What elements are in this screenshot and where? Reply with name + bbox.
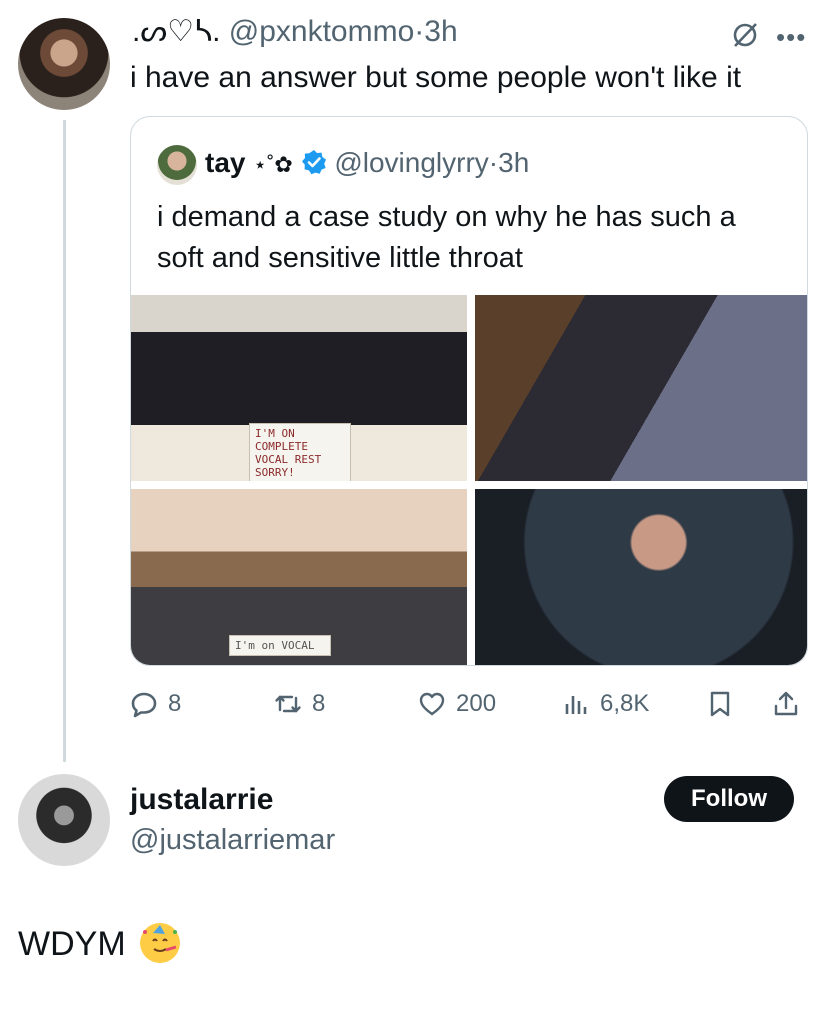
reply-icon bbox=[131, 692, 157, 718]
reply-count: 8 bbox=[168, 690, 182, 717]
tweet-text: i have an answer but some people won't l… bbox=[130, 61, 742, 94]
follow-button[interactable]: Follow bbox=[664, 776, 794, 822]
like-count: 200 bbox=[456, 690, 497, 717]
share-button[interactable] bbox=[772, 684, 800, 724]
author-avatar[interactable] bbox=[18, 18, 110, 110]
reply-text: WDYM bbox=[18, 922, 180, 966]
reply-author-avatar[interactable] bbox=[18, 774, 110, 866]
repost-icon bbox=[275, 695, 301, 713]
views-button[interactable]: 6,8K bbox=[562, 684, 649, 724]
repost-count: 8 bbox=[312, 690, 326, 717]
tweet-action-bar: 8 8 200 6,8K bbox=[130, 684, 810, 724]
photo-sign-text: I'M ON COMPLETE VOCAL REST SORRY! bbox=[249, 423, 351, 481]
reply-author-handle[interactable]: @justalarriemar bbox=[130, 822, 335, 858]
partying-face-emoji-icon bbox=[139, 923, 180, 963]
reply-author-name[interactable]: justalarrie bbox=[130, 782, 273, 818]
media-photo-3[interactable]: I'm on VOCAL bbox=[131, 489, 467, 665]
quoted-tweet-time[interactable]: 3h bbox=[498, 147, 529, 178]
media-photo-4[interactable] bbox=[475, 489, 807, 665]
quoted-author-decoration: ⋆˚✿ bbox=[253, 152, 293, 177]
media-grid: I'M ON COMPLETE VOCAL REST SORRY! I'm on… bbox=[131, 295, 807, 665]
views-chart-icon bbox=[565, 696, 587, 714]
quoted-header-separator: · bbox=[488, 147, 499, 178]
heart-icon bbox=[419, 692, 445, 716]
tweet-time[interactable]: 3h bbox=[424, 15, 457, 48]
share-icon bbox=[774, 691, 798, 716]
author-handle[interactable]: @pxnktommo bbox=[229, 15, 415, 48]
more-horizontal-icon[interactable]: ••• bbox=[776, 22, 806, 53]
author-display-name[interactable]: .ᔕ♡ᓴ. bbox=[132, 15, 220, 48]
media-photo-2[interactable] bbox=[475, 295, 807, 481]
quoted-tweet-header: tay ⋆˚✿ @lovinglyrry·3h bbox=[205, 145, 529, 183]
bookmark-icon bbox=[710, 691, 730, 717]
quoted-author-handle[interactable]: @lovinglyrry bbox=[334, 147, 488, 178]
views-count: 6,8K bbox=[600, 690, 650, 717]
bookmark-button[interactable] bbox=[706, 684, 734, 724]
quoted-tweet-text: i demand a case study on why he has such… bbox=[157, 201, 736, 274]
media-photo-1[interactable]: I'M ON COMPLETE VOCAL REST SORRY! bbox=[131, 295, 467, 481]
photo-sign-text: I'm on VOCAL bbox=[229, 635, 331, 656]
quoted-tweet-card[interactable]: tay ⋆˚✿ @lovinglyrry·3h i demand a case … bbox=[130, 116, 808, 666]
reply-text-content: WDYM bbox=[18, 925, 126, 963]
thread-connector-line bbox=[63, 120, 66, 762]
repost-button[interactable]: 8 bbox=[274, 684, 325, 724]
like-button[interactable]: 200 bbox=[418, 684, 496, 724]
tweet-header: .ᔕ♡ᓴ. @pxnktommo·3h bbox=[132, 14, 458, 50]
header-separator: · bbox=[414, 15, 425, 48]
grok-icon[interactable] bbox=[730, 20, 760, 50]
verified-badge-icon bbox=[301, 150, 326, 175]
quoted-author-avatar[interactable] bbox=[157, 145, 197, 185]
quoted-author-name[interactable]: tay bbox=[205, 147, 245, 178]
reply-button[interactable]: 8 bbox=[130, 684, 181, 724]
